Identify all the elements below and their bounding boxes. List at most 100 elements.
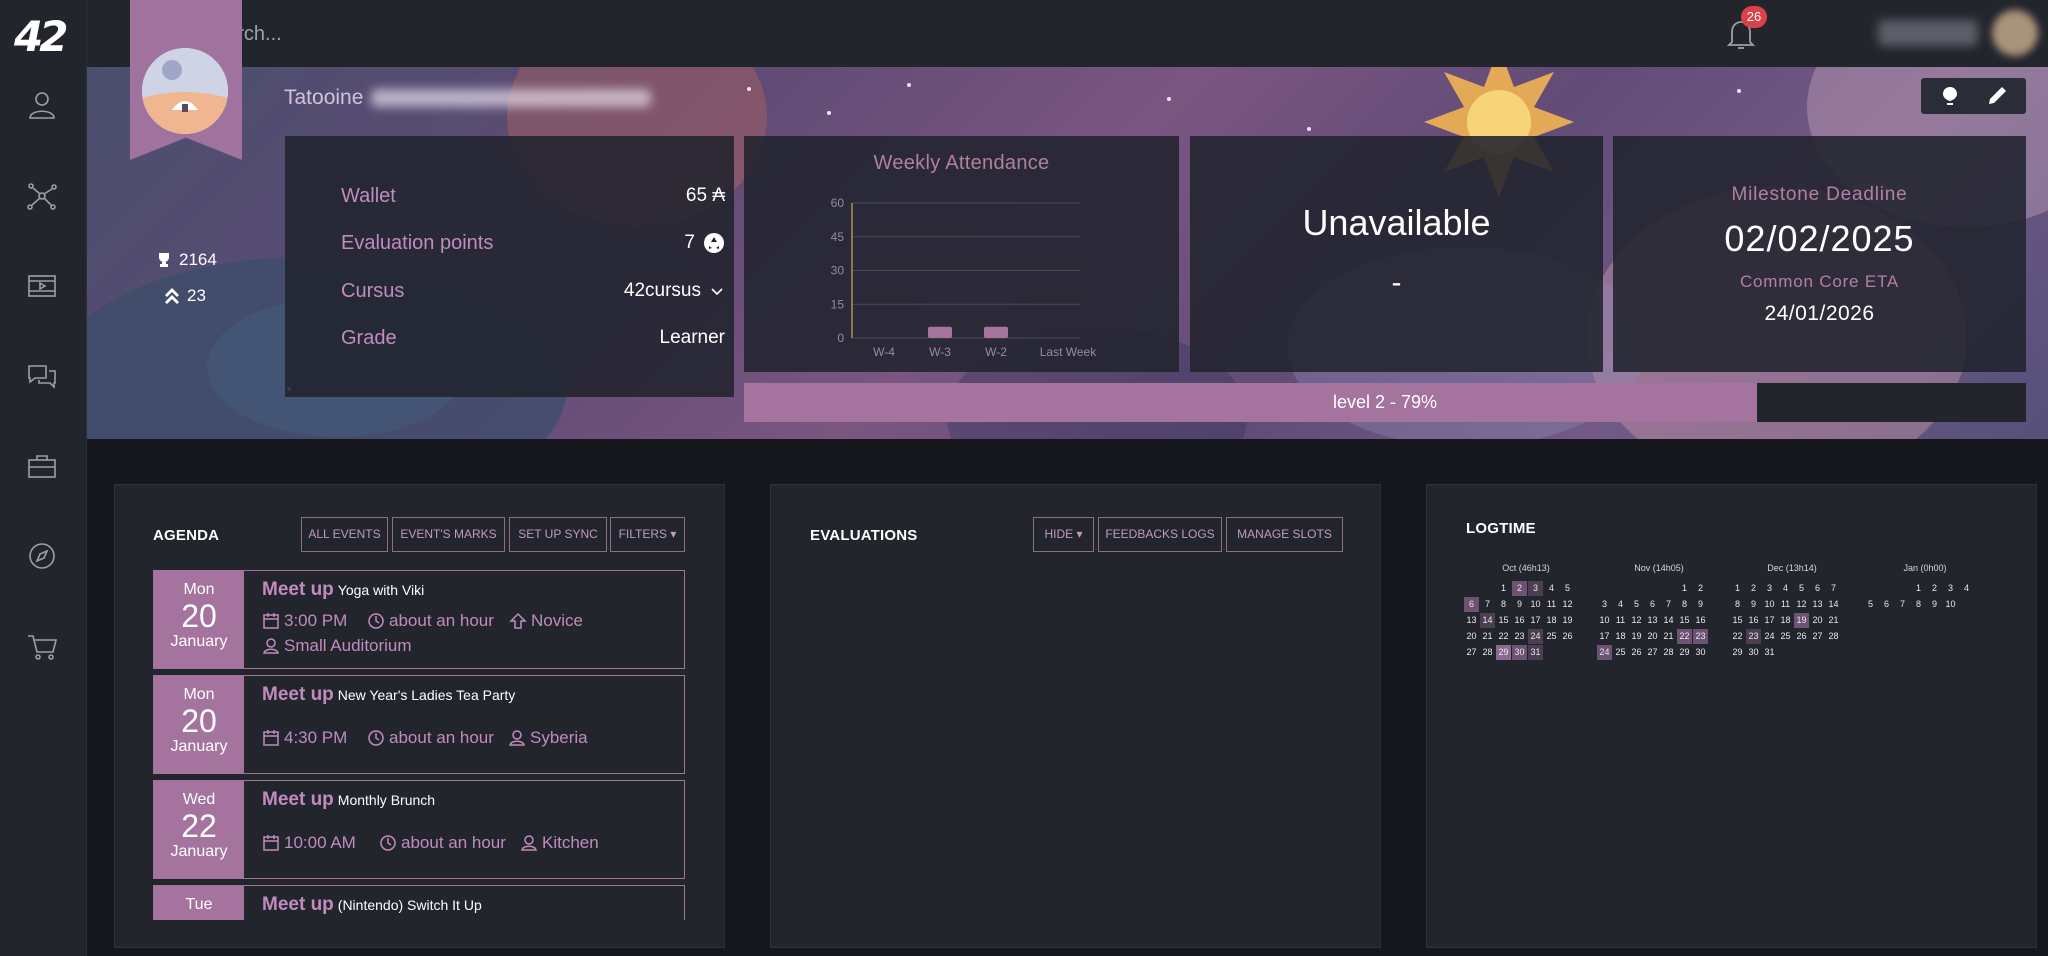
logtime-day[interactable]: 5 xyxy=(1794,581,1809,596)
logtime-day[interactable]: 26 xyxy=(1629,645,1644,660)
logtime-day[interactable]: 20 xyxy=(1645,629,1660,644)
logtime-day[interactable]: 3 xyxy=(1943,581,1958,596)
logtime-day[interactable]: 28 xyxy=(1661,645,1676,660)
logtime-day[interactable]: 16 xyxy=(1512,613,1527,628)
logtime-day[interactable]: 4 xyxy=(1778,581,1793,596)
logtime-day[interactable]: 4 xyxy=(1959,581,1974,596)
network-icon[interactable] xyxy=(24,178,60,214)
logtime-day[interactable]: 13 xyxy=(1464,613,1479,628)
logtime-day[interactable]: 21 xyxy=(1480,629,1495,644)
compass-icon[interactable] xyxy=(24,538,60,574)
logtime-day[interactable]: 3 xyxy=(1597,597,1612,612)
logtime-day[interactable]: 10 xyxy=(1597,613,1612,628)
logtime-day[interactable]: 8 xyxy=(1496,597,1511,612)
logtime-day[interactable]: 14 xyxy=(1661,613,1676,628)
event-card[interactable]: Tue Meet up (Nintendo) Switch It Up xyxy=(153,885,685,920)
logtime-day[interactable]: 10 xyxy=(1528,597,1543,612)
logtime-day[interactable]: 19 xyxy=(1629,629,1644,644)
logtime-day[interactable]: 1 xyxy=(1730,581,1745,596)
logtime-day[interactable]: 3 xyxy=(1762,581,1777,596)
logtime-day[interactable]: 15 xyxy=(1730,613,1745,628)
event-card[interactable]: Mon 20 January Meet up Yoga with Viki 3:0… xyxy=(153,570,685,669)
logtime-day[interactable]: 6 xyxy=(1879,597,1894,612)
briefcase-icon[interactable] xyxy=(24,448,60,484)
hide-button[interactable]: HIDE ▾ xyxy=(1033,517,1094,552)
logtime-day[interactable]: 8 xyxy=(1677,597,1692,612)
logtime-day[interactable]: 17 xyxy=(1528,613,1543,628)
edit-pencil-icon[interactable] xyxy=(1986,85,2008,107)
logtime-day[interactable]: 19 xyxy=(1794,613,1809,628)
logtime-day[interactable]: 7 xyxy=(1661,597,1676,612)
logtime-day[interactable]: 12 xyxy=(1629,613,1644,628)
logtime-day[interactable]: 6 xyxy=(1810,581,1825,596)
logtime-day[interactable]: 24 xyxy=(1597,645,1612,660)
logtime-day[interactable]: 30 xyxy=(1512,645,1527,660)
logtime-day[interactable]: 9 xyxy=(1512,597,1527,612)
logtime-day[interactable]: 6 xyxy=(1464,597,1479,612)
user-avatar[interactable] xyxy=(1992,10,2038,56)
logtime-day[interactable]: 25 xyxy=(1778,629,1793,644)
logtime-day[interactable]: 31 xyxy=(1528,645,1543,660)
logtime-day[interactable]: 1 xyxy=(1677,581,1692,596)
logtime-day[interactable]: 21 xyxy=(1661,629,1676,644)
logtime-day[interactable]: 10 xyxy=(1943,597,1958,612)
logtime-day[interactable]: 8 xyxy=(1911,597,1926,612)
chat-icon[interactable] xyxy=(24,358,60,394)
logtime-day[interactable]: 26 xyxy=(1794,629,1809,644)
logtime-day[interactable]: 7 xyxy=(1895,597,1910,612)
logtime-day[interactable]: 8 xyxy=(1730,597,1745,612)
logtime-day[interactable]: 22 xyxy=(1730,629,1745,644)
logtime-day[interactable]: 29 xyxy=(1730,645,1745,660)
logtime-day[interactable]: 3 xyxy=(1528,581,1543,596)
logtime-day[interactable]: 23 xyxy=(1693,629,1708,644)
logtime-day[interactable]: 25 xyxy=(1544,629,1559,644)
logtime-day[interactable]: 15 xyxy=(1496,613,1511,628)
logtime-day[interactable]: 30 xyxy=(1693,645,1708,660)
logtime-day[interactable]: 20 xyxy=(1464,629,1479,644)
logtime-day[interactable]: 10 xyxy=(1762,597,1777,612)
logtime-day[interactable]: 9 xyxy=(1693,597,1708,612)
events-marks-button[interactable]: EVENT'S MARKS xyxy=(392,517,505,552)
logtime-day[interactable]: 27 xyxy=(1810,629,1825,644)
logtime-day[interactable]: 22 xyxy=(1677,629,1692,644)
logtime-day[interactable]: 19 xyxy=(1560,613,1575,628)
logtime-day[interactable]: 22 xyxy=(1496,629,1511,644)
logtime-day[interactable]: 1 xyxy=(1496,581,1511,596)
filters-button[interactable]: FILTERS ▾ xyxy=(610,517,685,552)
all-events-button[interactable]: ALL EVENTS xyxy=(301,517,388,552)
feedbacks-logs-button[interactable]: FEEDBACKS LOGS xyxy=(1098,517,1222,552)
logtime-day[interactable]: 24 xyxy=(1762,629,1777,644)
logtime-day[interactable]: 14 xyxy=(1480,613,1495,628)
logtime-day[interactable]: 31 xyxy=(1762,645,1777,660)
logtime-day[interactable]: 25 xyxy=(1613,645,1628,660)
logtime-day[interactable]: 1 xyxy=(1911,581,1926,596)
manage-slots-button[interactable]: MANAGE SLOTS xyxy=(1226,517,1343,552)
coalition-logo[interactable] xyxy=(142,48,228,134)
logtime-day[interactable]: 11 xyxy=(1613,613,1628,628)
logtime-day[interactable]: 11 xyxy=(1778,597,1793,612)
logtime-day[interactable]: 7 xyxy=(1826,581,1841,596)
logtime-day[interactable]: 12 xyxy=(1560,597,1575,612)
logtime-day[interactable]: 11 xyxy=(1544,597,1559,612)
logtime-day[interactable]: 27 xyxy=(1645,645,1660,660)
logtime-day[interactable]: 29 xyxy=(1677,645,1692,660)
logtime-day[interactable]: 5 xyxy=(1560,581,1575,596)
logtime-day[interactable]: 18 xyxy=(1613,629,1628,644)
logtime-day[interactable]: 16 xyxy=(1693,613,1708,628)
logtime-day[interactable]: 7 xyxy=(1480,597,1495,612)
logtime-day[interactable]: 2 xyxy=(1693,581,1708,596)
logtime-day[interactable]: 2 xyxy=(1746,581,1761,596)
logtime-day[interactable]: 18 xyxy=(1544,613,1559,628)
logtime-day[interactable]: 17 xyxy=(1762,613,1777,628)
logtime-day[interactable]: 4 xyxy=(1613,597,1628,612)
profile-icon[interactable] xyxy=(24,88,60,124)
logtime-day[interactable]: 26 xyxy=(1560,629,1575,644)
event-card[interactable]: Mon 20 January Meet up New Year's Ladies … xyxy=(153,675,685,774)
logtime-day[interactable]: 12 xyxy=(1794,597,1809,612)
logtime-day[interactable]: 14 xyxy=(1826,597,1841,612)
logtime-day[interactable]: 5 xyxy=(1629,597,1644,612)
logtime-day[interactable]: 16 xyxy=(1746,613,1761,628)
logtime-day[interactable]: 9 xyxy=(1746,597,1761,612)
logtime-day[interactable]: 5 xyxy=(1863,597,1878,612)
logtime-day[interactable]: 4 xyxy=(1544,581,1559,596)
